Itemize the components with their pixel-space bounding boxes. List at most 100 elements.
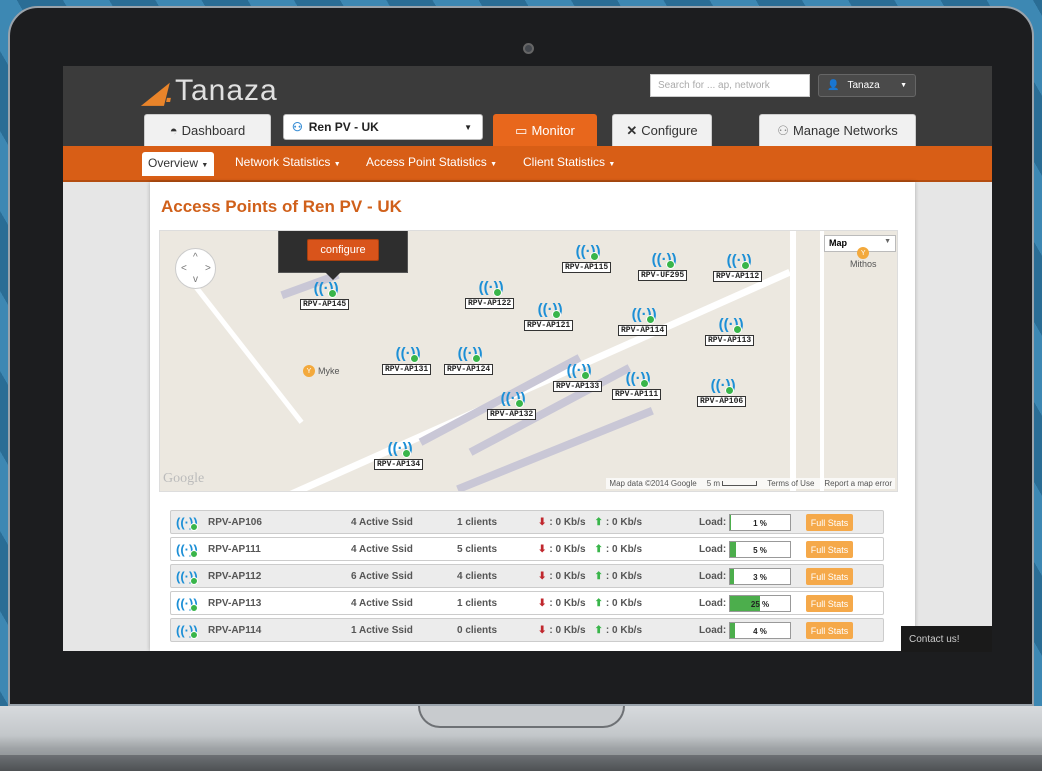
full-stats-button[interactable]: Full Stats bbox=[806, 514, 853, 531]
map-ap-marker[interactable]: ((·)) RPV-AP122 bbox=[465, 279, 515, 309]
pan-left-icon[interactable]: < bbox=[181, 263, 187, 274]
load-progress-bar: 4 % bbox=[729, 622, 791, 639]
laptop-base-edge bbox=[0, 755, 1042, 771]
full-stats-button[interactable]: Full Stats bbox=[806, 568, 853, 585]
upload-rate: : 0 Kb/s bbox=[605, 598, 643, 609]
map-pan-control[interactable]: ^ < > v bbox=[175, 248, 216, 289]
poi-label: Myke bbox=[318, 366, 340, 376]
map-ap-marker[interactable]: ((·)) RPV-AP131 bbox=[382, 345, 432, 375]
restaurant-icon: Y bbox=[857, 247, 870, 259]
wifi-icon: ((·)) bbox=[631, 306, 657, 324]
ap-ssid-count: 4 Active Ssid bbox=[351, 517, 413, 528]
tab-manage-networks[interactable]: ⚇ Manage Networks bbox=[759, 114, 916, 146]
map-ap-label: RPV-AP121 bbox=[524, 320, 574, 331]
ap-name[interactable]: RPV-AP111 bbox=[208, 544, 261, 555]
tab-dashboard-label: Dashboard bbox=[181, 123, 246, 138]
map-ap-marker[interactable]: ((·)) RPV-AP132 bbox=[487, 390, 537, 420]
ap-traffic: ⬇: 0 Kb/s ⬆: 0 Kb/s bbox=[538, 598, 642, 609]
network-select[interactable]: ⚇ Ren PV - UK ▼ bbox=[283, 114, 483, 140]
arrow-down-icon: ⬇ bbox=[538, 625, 547, 636]
map-attribution: Map data ©2014 Google 5 m Terms of Use R… bbox=[606, 478, 895, 489]
tab-manage-label: Manage Networks bbox=[792, 123, 898, 138]
caret-down-icon: ▼ bbox=[490, 161, 497, 168]
ap-name[interactable]: RPV-AP113 bbox=[208, 598, 261, 609]
ap-client-count: 4 clients bbox=[457, 571, 498, 582]
configure-button[interactable]: configure bbox=[307, 239, 379, 261]
contact-us-button[interactable]: Contact us! bbox=[901, 626, 992, 652]
pan-right-icon[interactable]: > bbox=[205, 263, 211, 274]
caret-down-icon: ▼ bbox=[464, 122, 472, 132]
ap-name[interactable]: RPV-AP114 bbox=[208, 625, 261, 636]
search-input[interactable]: Search for ... ap, network bbox=[650, 74, 810, 97]
wifi-icon: ((·)) bbox=[395, 345, 421, 363]
arrow-down-icon: ⬇ bbox=[538, 544, 547, 555]
full-stats-button[interactable]: Full Stats bbox=[806, 622, 853, 639]
wifi-logo-icon: ◢. bbox=[143, 77, 175, 108]
user-menu-button[interactable]: 👤 Tanaza ▼ bbox=[818, 74, 916, 97]
map-ap-marker[interactable]: ((·)) RPV-AP111 bbox=[612, 370, 662, 400]
upload-rate: : 0 Kb/s bbox=[605, 625, 643, 636]
report-link[interactable]: Report a map error bbox=[824, 479, 892, 488]
subnav-overview[interactable]: Overview ▼ bbox=[142, 152, 215, 176]
subnav-client-statistics[interactable]: Client Statistics ▼ bbox=[523, 155, 615, 169]
pan-down-icon[interactable]: v bbox=[193, 274, 198, 285]
terms-link[interactable]: Terms of Use bbox=[767, 479, 814, 488]
map-ap-label: RPV-UF295 bbox=[638, 270, 688, 281]
map-ap-marker[interactable]: ((·)) RPV-AP113 bbox=[705, 316, 755, 346]
logo[interactable]: ◢. Tanaza bbox=[143, 74, 278, 108]
wifi-icon: ((·)) bbox=[651, 251, 677, 269]
user-name: Tanaza bbox=[847, 80, 880, 91]
ap-ssid-count: 1 Active Ssid bbox=[351, 625, 413, 636]
wifi-icon: ((·)) bbox=[710, 377, 736, 395]
tab-monitor-label: Monitor bbox=[531, 123, 575, 138]
map-ap-label: RPV-AP132 bbox=[487, 409, 537, 420]
pan-up-icon[interactable]: ^ bbox=[193, 252, 198, 263]
full-stats-button[interactable]: Full Stats bbox=[806, 595, 853, 612]
map-ap-marker[interactable]: ((·)) RPV-AP115 bbox=[562, 243, 612, 273]
tab-dashboard[interactable]: ◓ Dashboard bbox=[144, 114, 271, 146]
poi-label: Mithos bbox=[850, 259, 877, 269]
map-ap-marker[interactable]: ((·)) RPV-AP114 bbox=[618, 306, 668, 336]
tab-configure[interactable]: ✕ Configure bbox=[612, 114, 712, 146]
map-ap-marker[interactable]: ((·)) RPV-AP133 bbox=[553, 362, 603, 392]
top-bar: ◢. Tanaza Search for ... ap, network 👤 T… bbox=[63, 66, 992, 146]
map-ap-marker[interactable]: ((·)) RPV-AP112 bbox=[713, 252, 763, 282]
map-ap-marker[interactable]: ((·)) RPV-UF295 bbox=[638, 251, 688, 281]
table-row: ((·)) RPV-AP114 1 Active Ssid 0 clients ⬇: 0… bbox=[170, 618, 884, 642]
map-ap-marker[interactable]: ((·)) RPV-AP145 bbox=[300, 280, 350, 310]
subnav-network-statistics[interactable]: Network Statistics ▼ bbox=[235, 155, 341, 169]
table-row: ((·)) RPV-AP106 4 Active Ssid 1 clients ⬇: 0… bbox=[170, 510, 884, 534]
arrow-up-icon: ⬆ bbox=[594, 544, 603, 555]
restaurant-icon: Y bbox=[303, 365, 315, 377]
map-data-text: Map data ©2014 Google bbox=[609, 479, 697, 488]
ap-ssid-count: 4 Active Ssid bbox=[351, 598, 413, 609]
ap-client-count: 5 clients bbox=[457, 544, 498, 555]
tab-monitor[interactable]: ▭ Monitor bbox=[493, 114, 597, 146]
poi-marker[interactable]: Y Myke bbox=[303, 365, 340, 377]
wifi-icon: ((·)) bbox=[176, 515, 198, 531]
poi-marker[interactable]: Y Mithos bbox=[850, 247, 877, 269]
subnav-ap-statistics[interactable]: Access Point Statistics ▼ bbox=[366, 155, 497, 169]
network-icon: ⚇ bbox=[292, 120, 303, 134]
map-ap-marker[interactable]: ((·)) RPV-AP106 bbox=[697, 377, 747, 407]
full-stats-button[interactable]: Full Stats bbox=[806, 541, 853, 558]
map-ap-label: RPV-AP134 bbox=[374, 459, 424, 470]
ap-name[interactable]: RPV-AP112 bbox=[208, 571, 261, 582]
download-rate: : 0 Kb/s bbox=[549, 598, 586, 609]
load-progress-bar: 3 % bbox=[729, 568, 791, 585]
load-percent: 4 % bbox=[753, 627, 767, 636]
load-label: Load: bbox=[699, 598, 727, 609]
ap-name[interactable]: RPV-AP106 bbox=[208, 517, 262, 528]
map-ap-marker[interactable]: ((·)) RPV-AP134 bbox=[374, 440, 424, 470]
wifi-icon: ((·)) bbox=[537, 301, 563, 319]
wifi-icon: ((·)) bbox=[718, 316, 744, 334]
wifi-icon: ((·)) bbox=[457, 345, 483, 363]
map[interactable]: configure ^ < > v Map ▼ Y Myke Y Mithos … bbox=[159, 230, 898, 492]
ap-traffic: ⬇: 0 Kb/s ⬆: 0 Kb/s bbox=[538, 625, 642, 636]
map-ap-marker[interactable]: ((·)) RPV-AP124 bbox=[444, 345, 494, 375]
caret-down-icon: ▼ bbox=[333, 161, 341, 168]
download-rate: : 0 Kb/s bbox=[549, 625, 586, 636]
map-scale-label: 5 m bbox=[706, 479, 721, 488]
ap-ssid-count: 4 Active Ssid bbox=[351, 544, 413, 555]
map-ap-marker[interactable]: ((·)) RPV-AP121 bbox=[524, 301, 574, 331]
